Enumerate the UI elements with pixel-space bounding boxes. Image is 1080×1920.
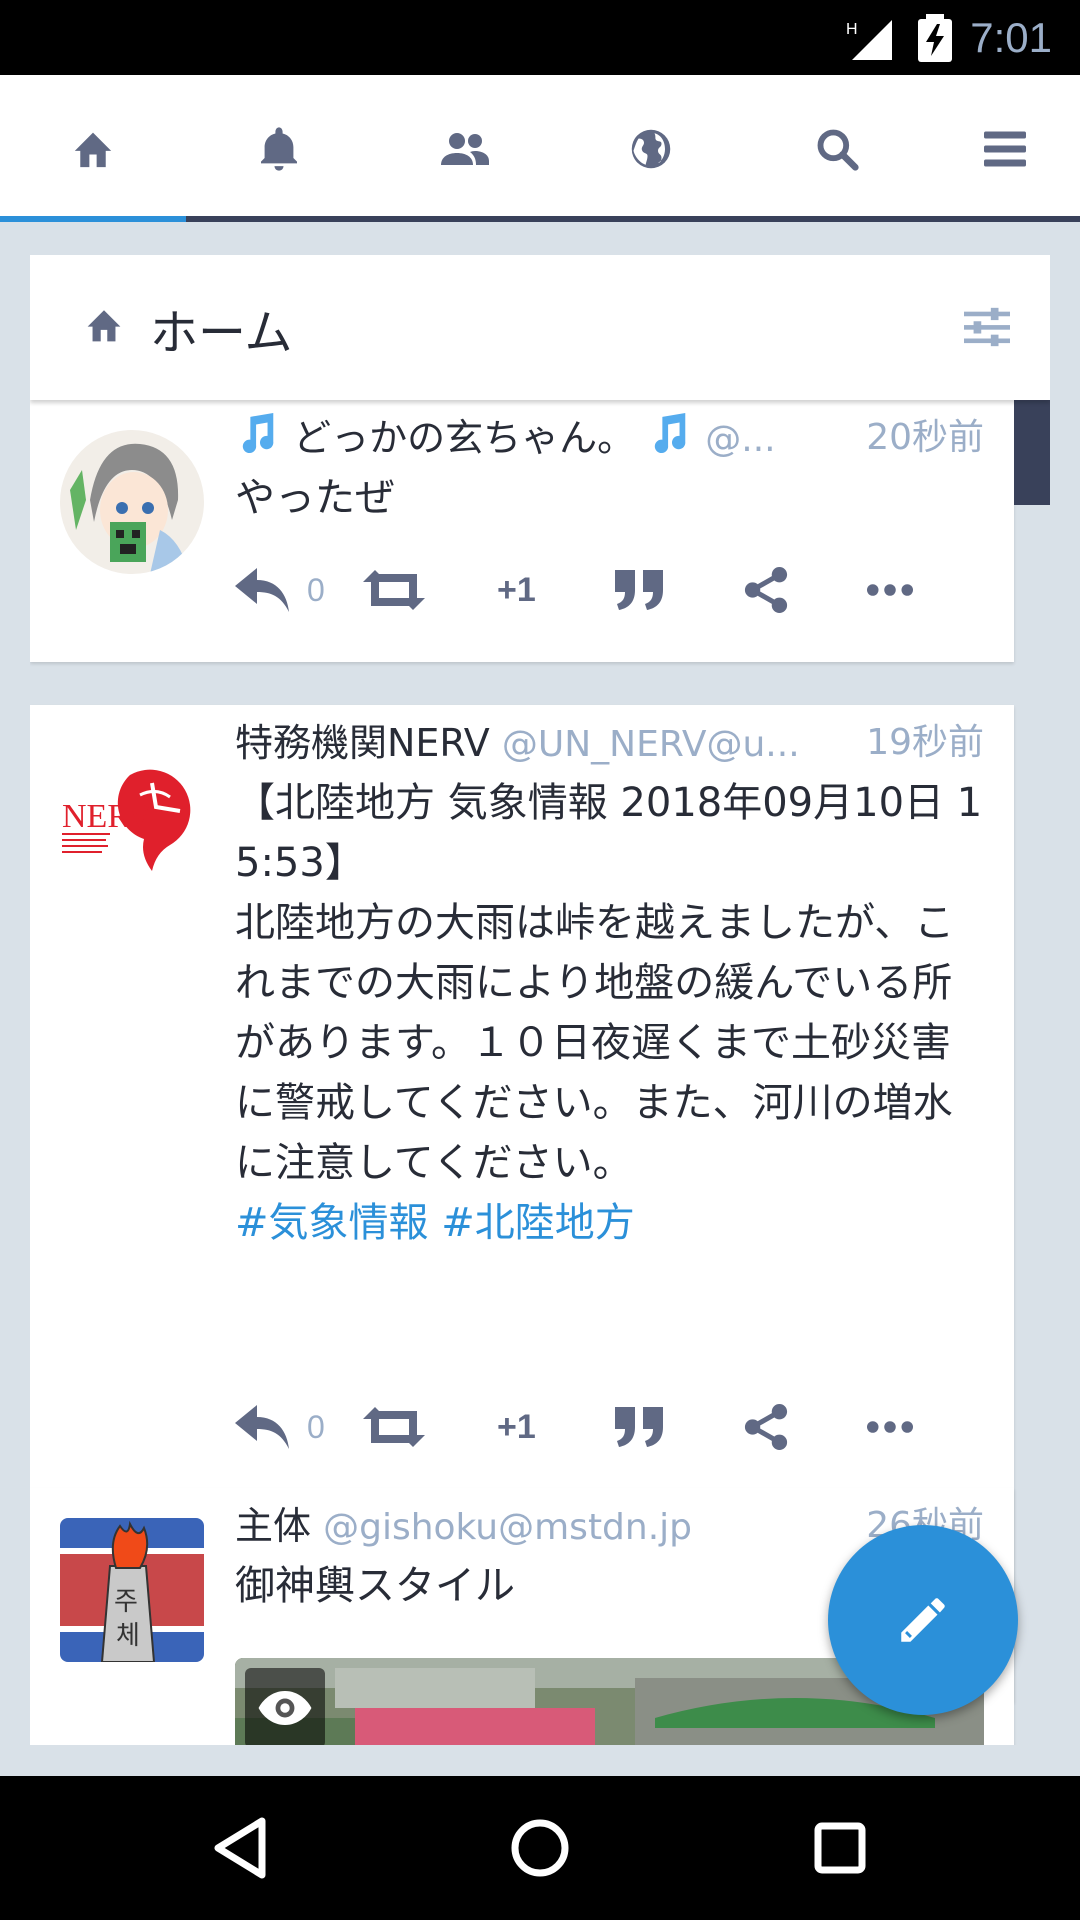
scrollbar-thumb[interactable] — [1014, 400, 1050, 505]
account-handle[interactable]: @... — [705, 419, 775, 460]
account-handle[interactable]: @UN_NERV@u... — [502, 724, 800, 765]
share-icon — [744, 567, 788, 613]
more-button[interactable] — [867, 560, 913, 620]
home-timeline-column[interactable]: ホーム どっかの玄ちゃん。 @... 20秒前 やったぜ 0 +1 NERV 特… — [30, 255, 1050, 1745]
retweet-icon — [363, 570, 425, 610]
cell-signal-icon: H — [846, 20, 892, 60]
ellipsis-icon — [867, 1421, 913, 1433]
avatar[interactable]: NERV — [60, 735, 204, 879]
plus-one-label: +1 — [497, 1407, 536, 1446]
tab-search[interactable] — [744, 75, 930, 222]
quote-button[interactable] — [615, 560, 665, 620]
favourite-button[interactable]: +1 — [497, 1397, 536, 1457]
reply-button[interactable]: 0 — [235, 560, 325, 620]
quote-icon — [615, 1407, 663, 1447]
avatar-anime-character — [60, 430, 204, 574]
music-note-icon — [654, 413, 686, 454]
avatar-nerv-logo: NERV — [60, 735, 204, 879]
reply-icon — [235, 1405, 289, 1449]
reply-count: 0 — [307, 571, 325, 608]
status-bar: H 7:01 — [0, 0, 1080, 75]
home-icon — [87, 310, 121, 342]
back-button[interactable] — [140, 1776, 340, 1920]
toggle-visibility-button[interactable] — [245, 1668, 325, 1745]
avatar[interactable]: 주 체 — [60, 1518, 204, 1662]
action-bar: 0 +1 — [235, 560, 964, 620]
reply-count: 0 — [307, 1408, 325, 1445]
quote-button[interactable] — [615, 1397, 665, 1457]
bell-icon — [261, 126, 297, 171]
status-header: 特務機関NERV @UN_NERV@u... 19秒前 — [235, 713, 984, 773]
account-handle[interactable]: @gishoku@mstdn.jp — [323, 1507, 692, 1548]
clock: 7:01 — [970, 14, 1052, 61]
avatar-juche-tower: 주 체 — [60, 1518, 204, 1662]
svg-text:주: 주 — [114, 1587, 138, 1617]
action-bar: 0 +1 — [235, 1397, 964, 1457]
globe-icon — [631, 129, 671, 168]
svg-text:NERV: NERV — [62, 798, 152, 835]
status-card[interactable]: どっかの玄ちゃん。 @... 20秒前 やったぜ 0 +1 — [30, 400, 1014, 662]
menu-icon — [984, 131, 1026, 166]
tab-notifications[interactable] — [186, 75, 372, 222]
display-name[interactable]: 特務機関NERV — [235, 721, 490, 765]
hashtag-links[interactable]: #気象情報 #北陸地方 — [235, 1193, 984, 1253]
boost-button[interactable] — [363, 1397, 425, 1457]
column-settings-icon[interactable] — [964, 307, 1010, 347]
compose-button[interactable] — [828, 1525, 1018, 1715]
people-icon — [441, 132, 489, 165]
tab-home[interactable] — [0, 75, 186, 222]
boost-button[interactable] — [363, 560, 425, 620]
tab-underline — [0, 216, 1080, 222]
timestamp[interactable]: 19秒前 — [862, 713, 984, 773]
tab-local[interactable] — [372, 75, 558, 222]
display-name[interactable]: 主体 — [235, 1504, 311, 1548]
column-title: ホーム — [150, 305, 293, 361]
timestamp[interactable]: 20秒前 — [862, 408, 984, 468]
share-icon — [744, 1404, 788, 1450]
avatar[interactable] — [60, 430, 204, 574]
battery-charging-icon — [918, 14, 952, 62]
reply-button[interactable]: 0 — [235, 1397, 325, 1457]
tab-menu[interactable] — [912, 75, 1080, 222]
music-note-icon — [242, 413, 274, 454]
reply-icon — [235, 568, 289, 612]
search-icon — [817, 129, 859, 171]
status-content: やったぜ — [235, 475, 395, 521]
status-header: どっかの玄ちゃん。 @... 20秒前 — [235, 408, 984, 468]
eye-icon — [258, 1691, 312, 1725]
more-button[interactable] — [867, 1397, 913, 1457]
share-button[interactable] — [743, 1397, 789, 1457]
scrollbar-track — [1044, 400, 1050, 1745]
tab-federated[interactable] — [558, 75, 744, 222]
tab-bar — [0, 75, 1080, 222]
pencil-icon — [901, 1598, 945, 1642]
status-content: 【北陸地方 気象情報 2018年09月10日 15:53】 北陸地方の大雨は峠を… — [235, 780, 983, 1186]
column-header: ホーム — [30, 255, 1050, 400]
svg-text:체: 체 — [116, 1621, 140, 1651]
recents-button[interactable] — [740, 1776, 940, 1920]
svg-text:H: H — [846, 21, 858, 38]
system-navigation-bar — [0, 1776, 1080, 1920]
home-circle-icon — [511, 1819, 569, 1877]
home-nav-button[interactable] — [440, 1776, 640, 1920]
recents-square-icon — [814, 1822, 866, 1874]
share-button[interactable] — [743, 560, 789, 620]
retweet-icon — [363, 1407, 425, 1447]
quote-icon — [615, 570, 663, 610]
favourite-button[interactable]: +1 — [497, 560, 536, 620]
back-triangle-icon — [214, 1817, 266, 1879]
plus-one-label: +1 — [497, 570, 536, 609]
display-name[interactable]: どっかの玄ちゃん。 — [293, 416, 635, 460]
ellipsis-icon — [867, 584, 913, 596]
home-icon — [74, 132, 112, 167]
